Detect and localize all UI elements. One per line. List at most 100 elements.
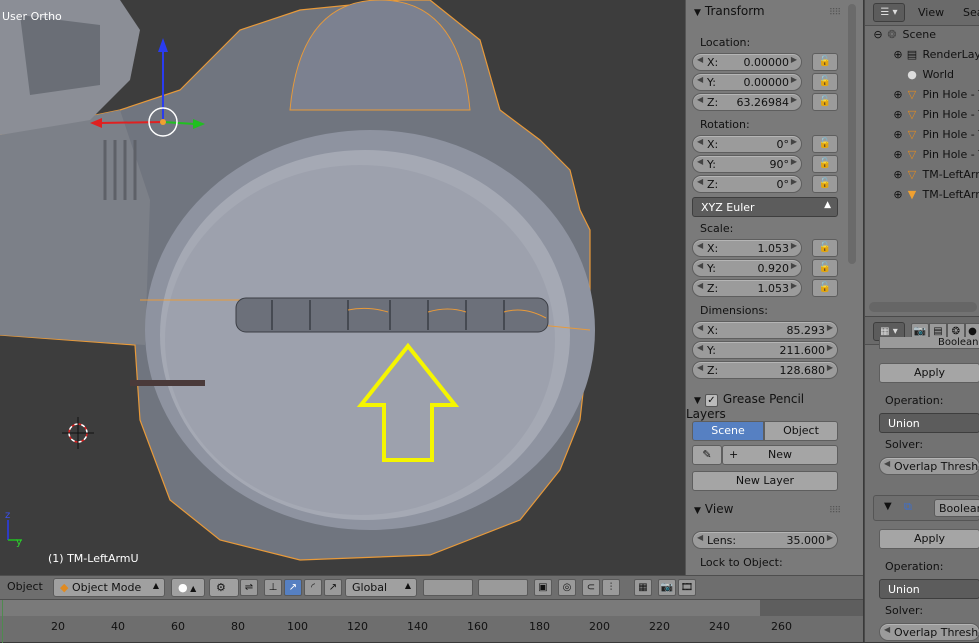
snap-magnet-icon[interactable]: ⊂ <box>582 579 600 596</box>
outliner-row-object[interactable]: ⊕ ▽ Pin Hole - T <box>891 108 979 128</box>
lock-icon[interactable]: 🔓 <box>812 175 838 193</box>
scale-y-field[interactable]: ◀ Y: 0.920 ▶ <box>692 259 802 277</box>
rotation-mode-dropdown[interactable]: XYZ Euler ▲ <box>692 197 838 217</box>
layers-grid-b[interactable] <box>478 579 528 596</box>
apply-modifier-button[interactable]: Apply <box>879 363 979 383</box>
editor-type-dropdown[interactable]: ☰ ▾ <box>873 3 905 22</box>
scale-label: Scale: <box>700 222 734 235</box>
translate-icon[interactable]: ⊥ <box>264 579 282 596</box>
rotation-y-field[interactable]: ◀ Y: 90° ▶ <box>692 155 802 173</box>
frame-tick: 100 <box>287 620 308 633</box>
lock-icon[interactable]: 🔓 <box>812 239 838 257</box>
grease-pencil-object-tab[interactable]: Object <box>764 421 838 441</box>
proportional-edit-icon[interactable]: ◎ <box>558 579 576 596</box>
lock-icon[interactable]: 🔓 <box>812 73 838 91</box>
grease-pencil-checkbox[interactable]: ✓ <box>704 394 718 407</box>
render-layer-icon: ▤ <box>906 48 918 61</box>
scale-z-field[interactable]: ◀ Z: 1.053 ▶ <box>692 279 802 297</box>
operation-label: Operation: <box>885 394 944 407</box>
scale-x-field[interactable]: ◀ X: 1.053 ▶ <box>692 239 802 257</box>
dimension-x-field[interactable]: ◀ X: 85.293 ▶ <box>692 321 838 339</box>
orientation-dropdown[interactable]: Global ▲ <box>345 578 417 597</box>
rotate-icon[interactable]: ◜ <box>304 579 322 596</box>
timeline[interactable]: 20 40 60 80 100 120 140 160 180 200 220 … <box>0 599 863 643</box>
lock-icon[interactable]: 🔓 <box>812 259 838 277</box>
operation-dropdown[interactable]: Union <box>879 413 979 433</box>
lock-icon[interactable]: 🔓 <box>812 155 838 173</box>
modifier-name-field[interactable]: Boolean <box>934 499 979 517</box>
location-z-field[interactable]: ◀ Z: 63.26984 ▶ <box>692 93 802 111</box>
mode-dropdown[interactable]: ◆ Object Mode ▲ <box>53 578 165 597</box>
outliner-row-renderlayer[interactable]: ⊕ ▤ RenderLay <box>891 48 979 68</box>
outliner-search-menu[interactable]: Sea <box>963 6 979 19</box>
operation-dropdown[interactable]: Union <box>879 579 979 599</box>
lock-icon[interactable]: 🔓 <box>812 93 838 111</box>
grease-pencil-scene-tab[interactable]: Scene <box>692 421 764 441</box>
lens-field[interactable]: ◀ Lens: 35.000 ▶ <box>692 531 838 549</box>
solid-shading-icon: ● <box>178 581 188 594</box>
lock-icon[interactable]: 🔓 <box>812 279 838 297</box>
scale-icon[interactable]: ↗ <box>324 579 342 596</box>
dimension-y-field[interactable]: ◀ Y: 211.600 ▶ <box>692 341 838 359</box>
lock-layers-icon[interactable]: ▣ <box>534 579 552 596</box>
boolean-modifier-header[interactable]: ▼ ⧉ Boolean <box>873 495 979 521</box>
frame-tick: 120 <box>347 620 368 633</box>
location-y-field[interactable]: ◀ Y: 0.00000 ▶ <box>692 73 802 91</box>
new-grease-pencil-button[interactable]: + New <box>722 445 838 465</box>
outliner-view-menu[interactable]: View <box>918 6 944 19</box>
rotation-x-field[interactable]: ◀ X: 0° ▶ <box>692 135 802 153</box>
active-object-label: (1) TM-LeftArmU <box>48 552 139 565</box>
grip-icon[interactable]: ⠿⠿ <box>829 506 841 516</box>
view-panel-header[interactable]: ▼ View <box>686 502 846 522</box>
translate-arrow-icon[interactable]: ↗ <box>284 579 302 596</box>
timeline-range <box>0 600 760 616</box>
grip-icon[interactable]: ⠿⠿ <box>829 8 841 18</box>
lock-icon[interactable]: 🔓 <box>812 135 838 153</box>
outliner-row-object[interactable]: ⊕ ▽ Pin Hole - T <box>891 88 979 108</box>
snap-element-icon[interactable]: ⫶ <box>602 579 620 596</box>
object-menu[interactable]: Object <box>7 580 43 599</box>
collapse-icon[interactable]: ▼ <box>884 501 892 512</box>
outliner-row-object[interactable]: ⊕ ▽ Pin Hole - T <box>891 128 979 148</box>
lock-icon[interactable]: 🔓 <box>812 53 838 71</box>
viewport-scene <box>0 0 595 561</box>
dimensions-label: Dimensions: <box>700 304 768 317</box>
outliner-row-object[interactable]: ⊕ ▽ Pin Hole - T <box>891 148 979 168</box>
outliner-row-scene[interactable]: ⊖ ❂ Scene <box>871 28 979 48</box>
manipulator-toggle-icon[interactable]: ⇌ <box>240 579 258 596</box>
scene-icon: ❂ <box>887 28 897 41</box>
location-x-field[interactable]: ◀ X: 0.00000 ▶ <box>692 53 802 71</box>
mesh-icon: ▽ <box>907 168 917 181</box>
outliner-row-object[interactable]: ⊕ ▽ TM-LeftArr <box>891 168 979 188</box>
overlap-threshold-field[interactable]: ◀Overlap Threshold <box>879 457 979 475</box>
cube-icon: ◆ <box>60 581 69 594</box>
modifier-name-field[interactable]: Boolean <box>879 337 979 349</box>
3d-cursor[interactable] <box>62 417 94 449</box>
mesh-icon: ▼ <box>907 188 917 201</box>
side-panel-scrollbar[interactable] <box>848 4 856 264</box>
new-layer-button[interactable]: New Layer <box>692 471 838 491</box>
grease-pencil-panel-header[interactable]: ▼ ✓ Grease Pencil Layers <box>686 392 846 421</box>
animation-render-icon[interactable]: 🎞 <box>678 579 696 596</box>
opengl-render-icon[interactable]: ▦ <box>634 579 652 596</box>
rotation-z-field[interactable]: ◀ Z: 0° ▶ <box>692 175 802 193</box>
camera-render-icon[interactable]: 📷 <box>658 579 676 596</box>
mesh-icon: ▽ <box>907 108 917 121</box>
timeline-out-range <box>760 600 863 616</box>
arm-detail <box>20 15 100 95</box>
outliner-row-world[interactable]: ● World <box>891 68 979 88</box>
layers-grid-a[interactable] <box>423 579 473 596</box>
outliner-row-object-active[interactable]: ⊕ ▼ TM-LeftArr <box>891 188 979 208</box>
transform-panel-header[interactable]: ▼ Transform <box>686 4 846 24</box>
frame-tick: 20 <box>51 620 65 633</box>
shading-dropdown[interactable]: ● ▲ <box>171 578 205 597</box>
outliner-scrollbar[interactable] <box>869 302 977 312</box>
pivot-dropdown[interactable]: ⚙ <box>209 578 239 597</box>
apply-modifier-button[interactable]: Apply <box>879 529 979 549</box>
current-frame-marker[interactable] <box>2 600 3 643</box>
3d-viewport[interactable]: User Ortho (1) TM-LeftArmU z y <box>0 0 685 575</box>
dimension-z-field[interactable]: ◀ Z: 128.680 ▶ <box>692 361 838 379</box>
boolean-modifier-icon: ⧉ <box>904 500 912 513</box>
pencil-icon[interactable]: ✎ <box>692 445 722 465</box>
overlap-threshold-field[interactable]: ◀Overlap Threshold <box>879 623 979 641</box>
